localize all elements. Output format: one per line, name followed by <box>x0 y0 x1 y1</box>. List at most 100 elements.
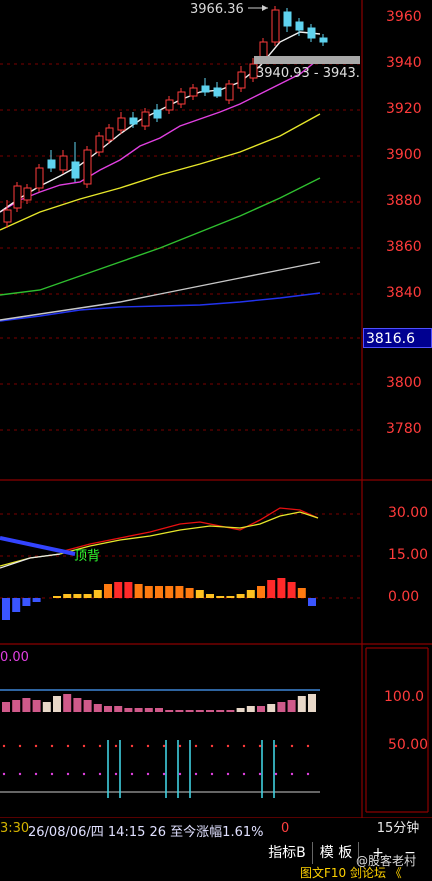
candle-body <box>95 135 104 153</box>
level-dot <box>2 744 6 748</box>
status-info-text: 26/08/06/四 14:15 26 至今涨幅1.61% <box>28 825 264 840</box>
candle-body <box>83 149 92 185</box>
histogram-bar <box>73 594 82 598</box>
price-tick-label: 3780 <box>386 421 422 437</box>
histogram-bar <box>267 580 276 598</box>
lower-bar <box>277 702 286 712</box>
candle-body <box>201 85 210 93</box>
level-dot <box>82 744 86 748</box>
candle-body <box>213 87 222 97</box>
ma-magenta-line <box>0 57 321 213</box>
chart-canvas[interactable] <box>0 0 432 874</box>
price-gridlines <box>0 63 362 599</box>
histogram-bar <box>195 590 204 598</box>
level-dot <box>50 744 54 748</box>
price-tick-label: 3840 <box>386 285 422 301</box>
level-dot <box>50 772 54 776</box>
histogram-bar <box>308 598 316 606</box>
ma-blue-line <box>0 292 321 322</box>
indicator-yellow-line <box>0 511 319 567</box>
lower-bar <box>308 694 316 712</box>
template-button[interactable]: 模 板 <box>314 842 359 864</box>
level-dot <box>194 744 198 748</box>
lower-bar <box>195 710 204 712</box>
range-label: 3940.93 - 3943. <box>256 66 360 81</box>
level-dot <box>162 772 166 776</box>
lower-bar <box>2 702 10 712</box>
lower-bar <box>134 708 143 712</box>
lower-bar <box>12 700 21 712</box>
lower-dotted-levels <box>2 744 310 776</box>
lower-bar <box>22 698 31 712</box>
histogram-bar <box>155 586 163 598</box>
level-dot <box>290 744 294 748</box>
level-dot <box>34 772 38 776</box>
lower-bar <box>32 700 41 712</box>
histogram-bar <box>144 586 153 598</box>
histogram-bar <box>277 578 286 598</box>
candle-body <box>35 167 44 189</box>
level-dot <box>114 744 118 748</box>
status-time-fragment: 3:30 <box>0 821 30 836</box>
price-tick-label: 3920 <box>386 101 422 117</box>
histogram-bar <box>185 588 194 598</box>
lower-bar <box>83 700 92 712</box>
lower-tick-label: 50.00 <box>388 737 429 753</box>
candle-body <box>271 9 280 43</box>
level-dot <box>66 744 70 748</box>
lower-bar <box>42 702 51 712</box>
high-marker <box>248 5 268 11</box>
lower-bar <box>73 698 82 712</box>
lower-bar <box>155 708 163 712</box>
level-dot <box>82 772 86 776</box>
histogram-bar <box>226 596 235 598</box>
candle-body <box>117 117 126 131</box>
candle-body <box>283 11 292 27</box>
candle-body <box>3 209 12 223</box>
period-selector[interactable]: 15分钟 <box>366 819 430 839</box>
lower-bar <box>165 710 174 712</box>
histogram-bar <box>257 586 265 598</box>
divergence-line <box>0 536 76 556</box>
candle-body <box>319 37 328 43</box>
indicator-histogram <box>2 578 316 620</box>
f10-link[interactable]: 图文F10 剑论坛 《 <box>300 864 402 881</box>
candle-body <box>225 83 234 101</box>
price-tick-label: 3960 <box>386 9 422 25</box>
candle-body <box>105 127 114 141</box>
level-dot <box>130 772 134 776</box>
histogram-bar <box>236 594 245 598</box>
price-tick-label: 3940 <box>386 55 422 71</box>
level-dot <box>274 772 278 776</box>
histogram-bar <box>114 582 123 598</box>
candle-body <box>259 41 268 59</box>
level-dot <box>18 744 22 748</box>
divergence-signal-text: 顶背 <box>74 549 101 564</box>
ma-gray-line <box>0 261 321 321</box>
lower-bar <box>185 710 194 712</box>
histogram-bar <box>206 594 214 598</box>
candle-body <box>177 91 186 105</box>
histogram-bar <box>22 598 31 606</box>
lower-bar <box>206 710 214 712</box>
indicator-button[interactable]: 指标B <box>262 842 313 864</box>
level-dot <box>242 744 246 748</box>
lower-bar <box>93 704 102 712</box>
indicator-tick-label: 30.00 <box>388 505 429 521</box>
histogram-bar <box>63 594 72 598</box>
candle-body <box>295 21 304 31</box>
level-dot <box>130 744 134 748</box>
level-dot <box>34 744 38 748</box>
histogram-bar <box>216 596 225 598</box>
level-dot <box>98 772 102 776</box>
lower-bar <box>246 706 255 712</box>
level-dot <box>114 772 118 776</box>
lower-bar <box>287 700 296 712</box>
candle-body <box>71 161 80 179</box>
level-dot <box>146 744 150 748</box>
candle-body <box>47 159 56 169</box>
histogram-bar <box>175 586 184 598</box>
lower-bar <box>175 710 184 712</box>
level-dot <box>210 744 214 748</box>
level-dot <box>306 772 310 776</box>
